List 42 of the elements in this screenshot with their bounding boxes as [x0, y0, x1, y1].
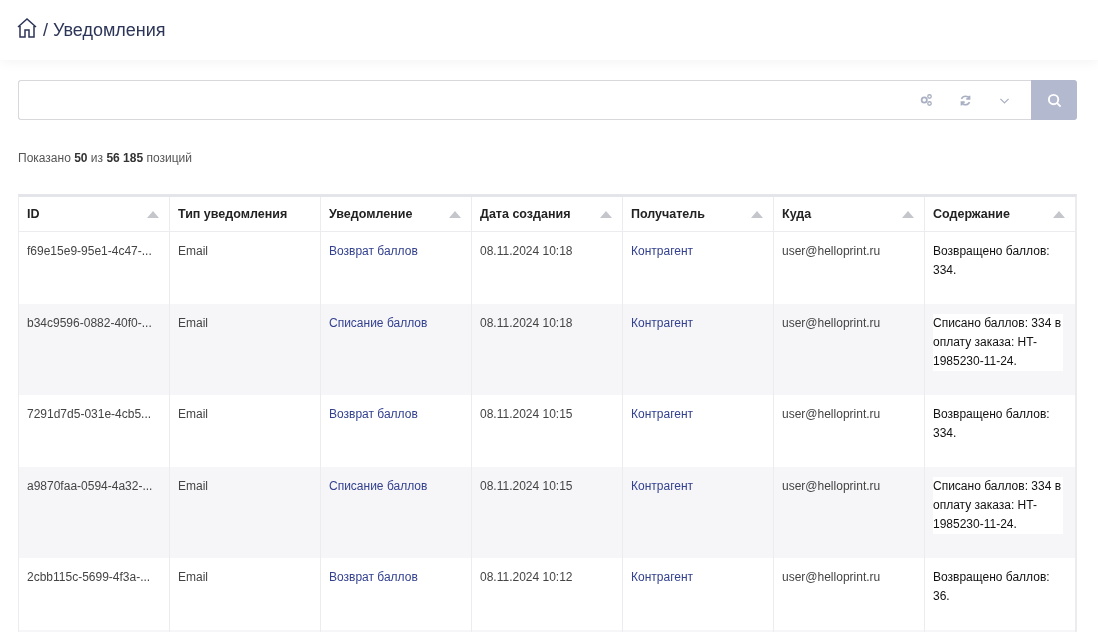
recipient-link[interactable]: Контрагент — [631, 570, 694, 584]
table-cell: 08.11.2024 10:15 — [472, 467, 623, 558]
notification-link[interactable]: Возврат баллов — [329, 407, 418, 421]
search-field[interactable] — [18, 80, 1031, 120]
sort-icon[interactable] — [902, 210, 914, 218]
content-text: Списано баллов: 334 в оплату заказа: HT-1985230-11-24. — [933, 314, 1063, 371]
notification-link[interactable]: Возврат баллов — [329, 570, 418, 584]
page-title: Уведомления — [53, 19, 166, 41]
column-header[interactable]: Содержание — [925, 197, 1076, 232]
table-cell: Email — [170, 467, 321, 558]
column-header[interactable]: Уведомление — [321, 197, 472, 232]
recipient-link[interactable]: Контрагент — [631, 316, 694, 330]
sort-icon[interactable] — [147, 210, 159, 218]
refresh-icon[interactable] — [959, 93, 972, 107]
search-icon[interactable] — [1046, 92, 1062, 108]
column-header[interactable]: Куда — [774, 197, 925, 232]
sort-icon[interactable] — [1053, 210, 1065, 218]
table-cell: user@helloprint.ru — [774, 467, 925, 558]
content-text: Списано баллов: 334 в оплату заказа: HT-1985230-11-24. — [933, 477, 1063, 534]
sort-icon[interactable] — [449, 210, 461, 218]
table-cell: b34c9596-0882-40f0-... — [19, 304, 170, 395]
recipient-link[interactable]: Контрагент — [631, 407, 694, 421]
column-header[interactable]: Тип уведомления — [170, 197, 321, 232]
table-cell: Email — [170, 304, 321, 395]
column-header[interactable]: Получатель — [623, 197, 774, 232]
recipient-link[interactable]: Контрагент — [631, 244, 694, 258]
notification-link[interactable]: Возврат баллов — [329, 244, 418, 258]
table-cell: user@helloprint.ru — [774, 304, 925, 395]
recipient-link[interactable]: Контрагент — [631, 479, 694, 493]
sort-icon[interactable] — [751, 210, 763, 218]
notification-link[interactable]: Списание баллов — [329, 316, 428, 330]
sort-icon[interactable] — [600, 210, 612, 218]
results-summary: Показано 50 из 56 185 позиций — [18, 151, 193, 165]
search-button[interactable] — [1031, 80, 1077, 120]
settings-icon[interactable] — [919, 93, 933, 107]
table-cell: a9870faa-0594-4a32-... — [19, 467, 170, 558]
table-cell: 08.11.2024 10:18 — [472, 304, 623, 395]
column-header[interactable]: Дата создания — [472, 197, 623, 232]
column-header[interactable]: ID — [19, 197, 170, 232]
breadcrumb-separator: / — [43, 19, 48, 41]
home-icon[interactable] — [16, 17, 38, 39]
notification-link[interactable]: Списание баллов — [329, 479, 428, 493]
